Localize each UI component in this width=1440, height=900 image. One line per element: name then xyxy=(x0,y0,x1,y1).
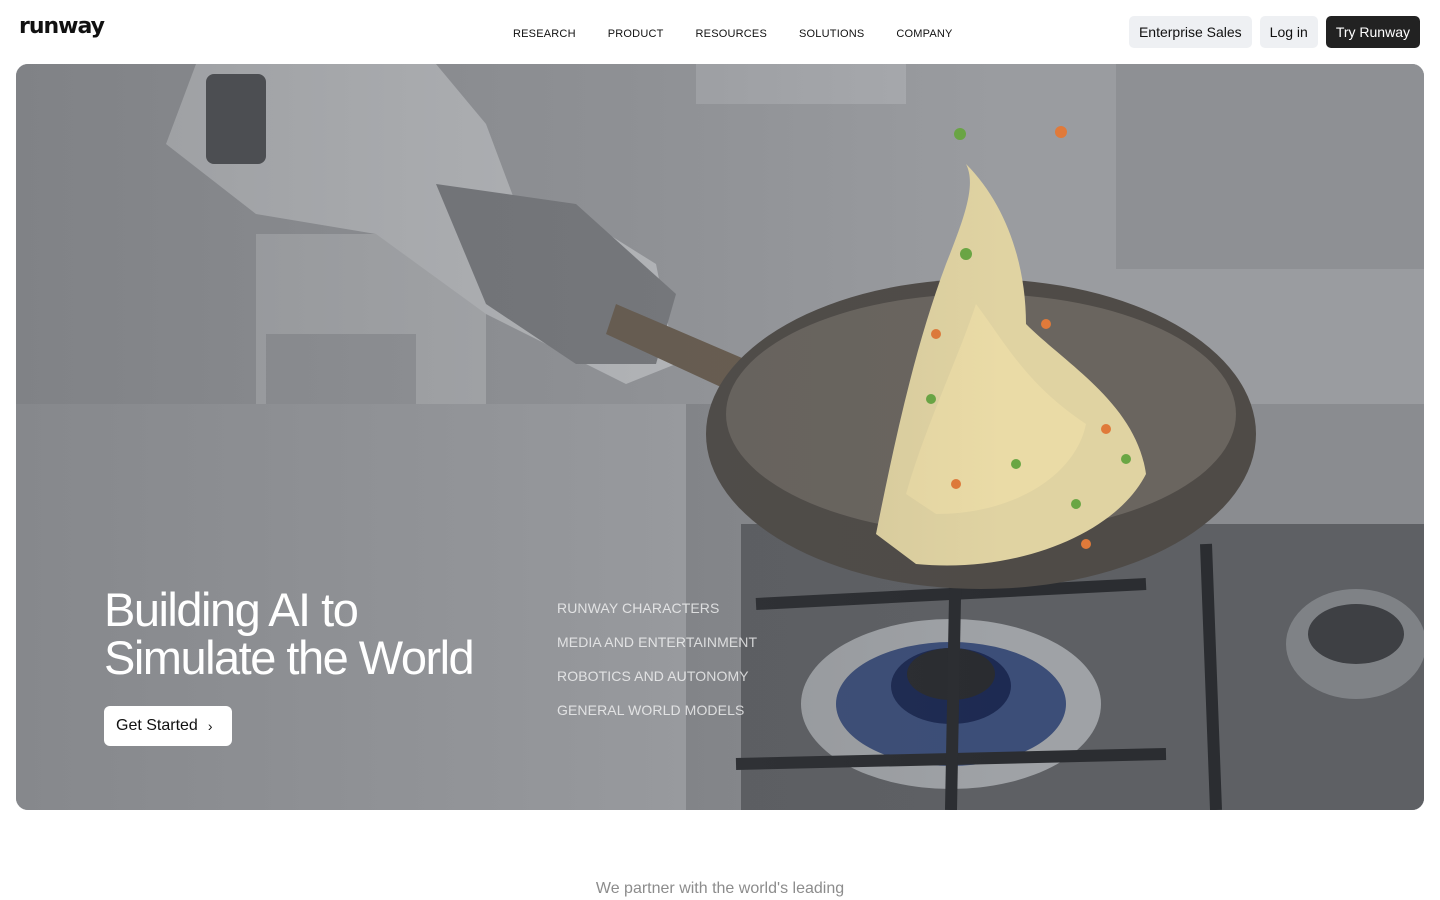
try-runway-button[interactable]: Try Runway xyxy=(1325,16,1420,48)
category-runway-characters[interactable]: RUNWAY CHARACTERS xyxy=(557,600,757,634)
hero-headline: Building AI to Simulate the World xyxy=(104,586,544,682)
header-actions: Enterprise Sales Log in Try Runway xyxy=(1128,16,1420,48)
hero-section: Building AI to Simulate the World Get St… xyxy=(16,64,1424,810)
login-button[interactable]: Log in xyxy=(1259,16,1318,48)
top-navigation-bar: runway RESEARCH PRODUCT RESOURCES SOLUTI… xyxy=(0,0,1440,64)
runway-logo[interactable]: runway xyxy=(19,14,105,39)
nav-research[interactable]: RESEARCH xyxy=(513,28,576,40)
category-list: RUNWAY CHARACTERS MEDIA AND ENTERTAINMEN… xyxy=(557,600,757,736)
chevron-right-icon: › xyxy=(207,718,213,734)
hero-headline-line2: Simulate the World xyxy=(104,631,475,684)
nav-solutions[interactable]: SOLUTIONS xyxy=(799,28,864,40)
category-robotics-autonomy[interactable]: ROBOTICS AND AUTONOMY xyxy=(557,668,757,702)
nav-company[interactable]: COMPANY xyxy=(896,28,952,40)
category-general-world-models[interactable]: GENERAL WORLD MODELS xyxy=(557,702,757,736)
get-started-label: Get Started xyxy=(116,717,198,734)
hero-headline-line1: Building AI to xyxy=(104,583,359,636)
category-media-entertainment[interactable]: MEDIA AND ENTERTAINMENT xyxy=(557,634,757,668)
nav-resources[interactable]: RESOURCES xyxy=(696,28,767,40)
get-started-button[interactable]: Get Started › xyxy=(104,706,232,746)
partners-intro-text: We partner with the world's leading xyxy=(595,880,845,897)
nav-product[interactable]: PRODUCT xyxy=(608,28,664,40)
enterprise-sales-button[interactable]: Enterprise Sales xyxy=(1128,16,1252,48)
main-nav: RESEARCH PRODUCT RESOURCES SOLUTIONS COM… xyxy=(513,28,985,40)
